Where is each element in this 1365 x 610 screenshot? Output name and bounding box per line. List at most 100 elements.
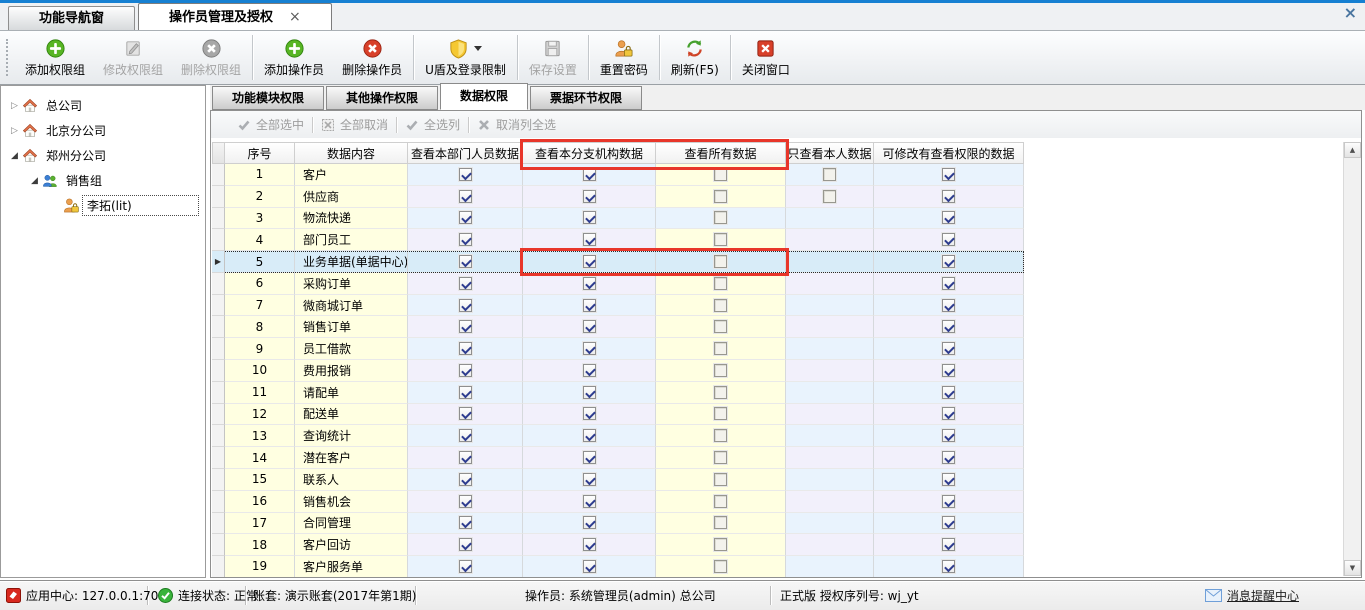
modify-viewable-data-checkbox[interactable] (942, 473, 955, 486)
expander-collapsed-icon[interactable]: ▷ (7, 101, 22, 111)
tab-module-permission[interactable]: 功能模块权限 (212, 86, 324, 110)
view-department-data-checkbox[interactable] (459, 320, 472, 333)
refresh-button[interactable]: 刷新(F5) (662, 31, 728, 84)
add-operator-button[interactable]: 添加操作员 (255, 31, 333, 84)
table-row[interactable]: ▶5业务单据(单据中心) (212, 251, 1024, 273)
window-close-icon[interactable]: × (1344, 3, 1357, 22)
expander-expanded-icon[interactable]: ◢ (7, 151, 22, 161)
view-branch-data-checkbox[interactable] (583, 168, 596, 181)
view-all-data-checkbox[interactable] (714, 364, 727, 377)
view-branch-data-checkbox[interactable] (583, 495, 596, 508)
modify-viewable-data-checkbox[interactable] (942, 168, 955, 181)
view-all-data-checkbox[interactable] (714, 233, 727, 246)
view-branch-data-checkbox[interactable] (583, 429, 596, 442)
cancel-all-button[interactable]: 全部取消 (313, 116, 396, 133)
view-all-data-checkbox[interactable] (714, 495, 727, 508)
view-all-data-checkbox[interactable] (714, 560, 727, 573)
view-all-data-checkbox[interactable] (714, 190, 727, 203)
tree-item-sales-group[interactable]: ◢销售组 (1, 168, 205, 193)
table-row[interactable]: 17合同管理 (212, 513, 1024, 535)
view-all-data-checkbox[interactable] (714, 451, 727, 464)
tree-item-operator-litu[interactable]: 李拓(lit) (1, 193, 205, 218)
table-row[interactable]: 10费用报销 (212, 360, 1024, 382)
view-department-data-checkbox[interactable] (459, 538, 472, 551)
view-branch-data-checkbox[interactable] (583, 560, 596, 573)
scroll-up-icon[interactable]: ▲ (1344, 142, 1361, 158)
table-row[interactable]: 15联系人 (212, 469, 1024, 491)
table-row[interactable]: 8销售订单 (212, 316, 1024, 338)
view-all-data-checkbox[interactable] (714, 429, 727, 442)
tab-operator-management[interactable]: 操作员管理及授权× (138, 3, 332, 30)
table-row[interactable]: 4部门员工 (212, 229, 1024, 251)
view-all-data-checkbox[interactable] (714, 386, 727, 399)
modify-viewable-data-checkbox[interactable] (942, 233, 955, 246)
tree-item-beijing-branch[interactable]: ▷北京分公司 (1, 118, 205, 143)
view-branch-data-checkbox[interactable] (583, 190, 596, 203)
view-department-data-checkbox[interactable] (459, 342, 472, 355)
close-window-button[interactable]: 关闭窗口 (733, 31, 799, 84)
table-row[interactable]: 7微商城订单 (212, 295, 1024, 317)
scroll-down-icon[interactable]: ▼ (1344, 560, 1361, 576)
view-all-data-checkbox[interactable] (714, 538, 727, 551)
modify-viewable-data-checkbox[interactable] (942, 429, 955, 442)
toolbar-grip-handle[interactable] (6, 39, 11, 76)
view-department-data-checkbox[interactable] (459, 473, 472, 486)
expander-collapsed-icon[interactable]: ▷ (7, 126, 22, 136)
view-all-data-checkbox[interactable] (714, 473, 727, 486)
modify-viewable-data-checkbox[interactable] (942, 451, 955, 464)
modify-viewable-data-checkbox[interactable] (942, 560, 955, 573)
view-all-data-checkbox[interactable] (714, 320, 727, 333)
view-branch-data-checkbox[interactable] (583, 233, 596, 246)
modify-viewable-data-checkbox[interactable] (942, 407, 955, 420)
ukey-login-limit-button[interactable]: U盾及登录限制 (416, 31, 515, 84)
modify-viewable-data-checkbox[interactable] (942, 516, 955, 529)
view-department-data-checkbox[interactable] (459, 233, 472, 246)
view-branch-data-checkbox[interactable] (583, 451, 596, 464)
view-department-data-checkbox[interactable] (459, 495, 472, 508)
message-center-link[interactable]: 消息提醒中心 (1205, 581, 1299, 610)
delete-operator-button[interactable]: 删除操作员 (333, 31, 411, 84)
modify-viewable-data-checkbox[interactable] (942, 538, 955, 551)
table-row[interactable]: 19客户服务单 (212, 556, 1024, 578)
view-department-data-checkbox[interactable] (459, 211, 472, 224)
view-branch-data-checkbox[interactable] (583, 277, 596, 290)
view-department-data-checkbox[interactable] (459, 255, 472, 268)
tab-other-operation-permission[interactable]: 其他操作权限 (326, 86, 438, 110)
view-department-data-checkbox[interactable] (459, 407, 472, 420)
view-department-data-checkbox[interactable] (459, 299, 472, 312)
select-column-button[interactable]: 全选列 (397, 116, 468, 133)
view-branch-data-checkbox[interactable] (583, 538, 596, 551)
view-branch-data-checkbox[interactable] (583, 299, 596, 312)
view-branch-data-checkbox[interactable] (583, 473, 596, 486)
view-department-data-checkbox[interactable] (459, 560, 472, 573)
tab-bill-stage-permission[interactable]: 票据环节权限 (530, 86, 642, 110)
modify-viewable-data-checkbox[interactable] (942, 364, 955, 377)
modify-viewable-data-checkbox[interactable] (942, 190, 955, 203)
reset-password-button[interactable]: 重置密码 (591, 31, 657, 84)
view-branch-data-checkbox[interactable] (583, 516, 596, 529)
view-own-data-checkbox[interactable] (823, 168, 836, 181)
view-branch-data-checkbox[interactable] (583, 342, 596, 355)
table-row[interactable]: 6采购订单 (212, 273, 1024, 295)
expander-expanded-icon[interactable]: ◢ (27, 176, 42, 186)
view-department-data-checkbox[interactable] (459, 190, 472, 203)
view-department-data-checkbox[interactable] (459, 277, 472, 290)
table-row[interactable]: 11请配单 (212, 382, 1024, 404)
view-department-data-checkbox[interactable] (459, 451, 472, 464)
view-all-data-checkbox[interactable] (714, 516, 727, 529)
view-branch-data-checkbox[interactable] (583, 255, 596, 268)
table-row[interactable]: 14潜在客户 (212, 447, 1024, 469)
view-department-data-checkbox[interactable] (459, 516, 472, 529)
table-row[interactable]: 9员工借款 (212, 338, 1024, 360)
modify-viewable-data-checkbox[interactable] (942, 342, 955, 355)
modify-viewable-data-checkbox[interactable] (942, 320, 955, 333)
table-row[interactable]: 3物流快递 (212, 208, 1024, 230)
view-all-data-checkbox[interactable] (714, 342, 727, 355)
table-row[interactable]: 13查询统计 (212, 425, 1024, 447)
tab-function-navigator[interactable]: 功能导航窗 (8, 6, 135, 30)
tab-close-icon[interactable]: × (289, 10, 301, 24)
tab-data-permission[interactable]: 数据权限 (440, 83, 528, 110)
view-department-data-checkbox[interactable] (459, 429, 472, 442)
view-all-data-checkbox[interactable] (714, 277, 727, 290)
table-row[interactable]: 2供应商 (212, 186, 1024, 208)
